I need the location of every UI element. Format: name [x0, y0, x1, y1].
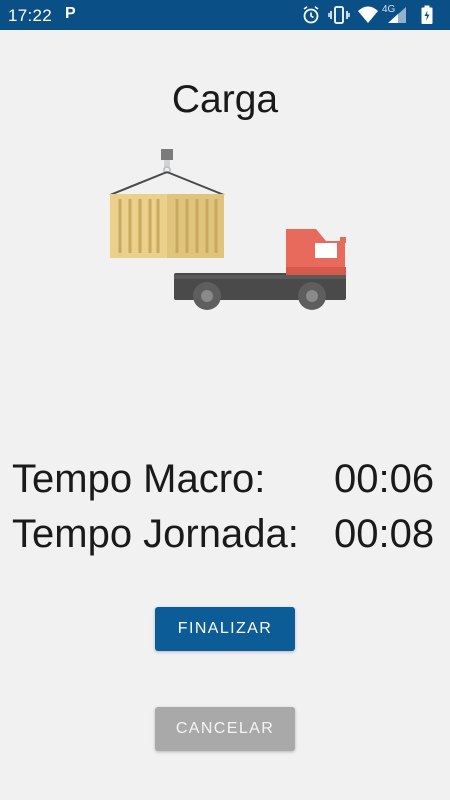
finalizar-button[interactable]: FINALIZAR [155, 607, 295, 651]
status-time: 17:22 [8, 6, 53, 25]
tempo-jornada-value: 00:08 [334, 512, 435, 556]
wifi-icon [357, 5, 379, 30]
vibrate-icon [328, 5, 350, 30]
tempo-macro-label: Tempo Macro: [12, 457, 266, 501]
page-title: Carga [171, 78, 279, 121]
tempo-macro-row: Tempo Macro: 00:06 [12, 455, 442, 503]
status-icons: 4G [302, 4, 442, 25]
p-notification-icon: P [65, 5, 76, 22]
truck-container-crane-illustration [100, 145, 360, 320]
tempo-jornada-label: Tempo Jornada: [12, 512, 299, 556]
tempo-macro-value: 00:06 [334, 457, 435, 501]
cell-signal-icon [386, 5, 408, 30]
status-bar: 17:22 P 4G [0, 0, 450, 30]
tempo-jornada-row: Tempo Jornada: 00:08 [12, 510, 442, 558]
cancelar-button[interactable]: CANCELAR [155, 707, 295, 751]
alarm-icon [302, 5, 320, 30]
battery-icon [420, 5, 434, 30]
